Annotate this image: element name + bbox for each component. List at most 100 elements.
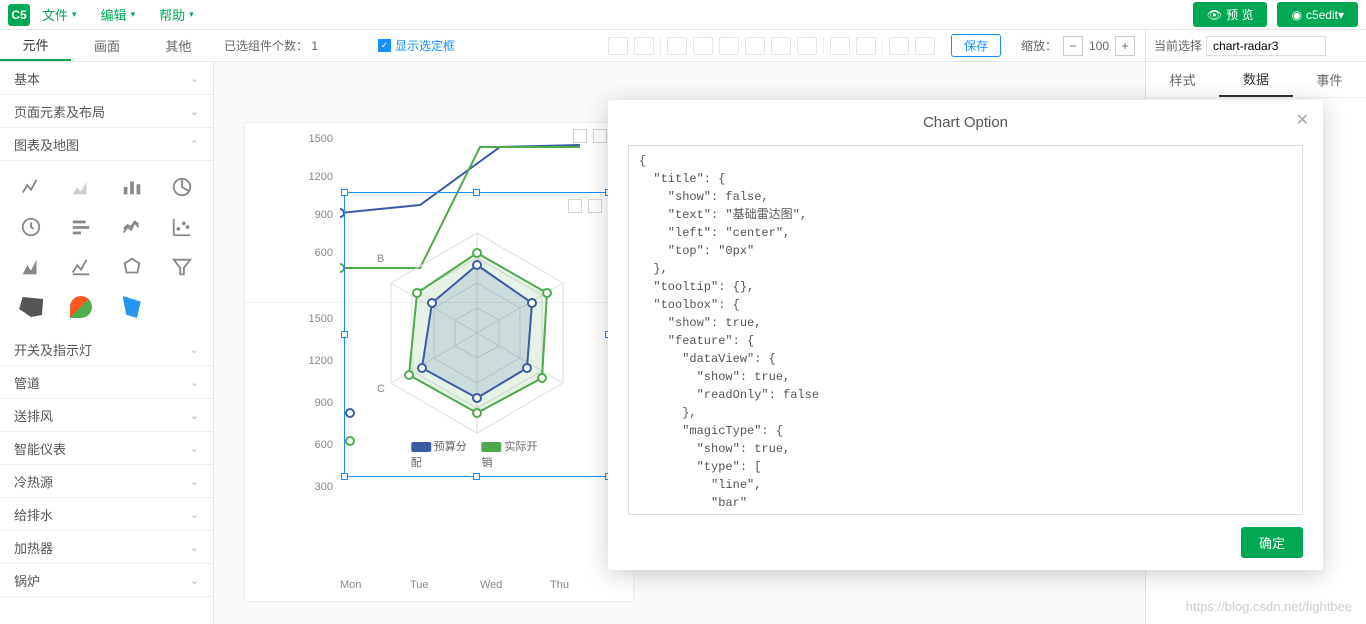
ytick: 900 [303,397,333,409]
back-icon[interactable] [915,37,935,55]
zoom-in-button[interactable]: + [1115,36,1135,56]
user-icon: ◉ [1291,8,1301,22]
align-bottom-icon[interactable] [797,37,817,55]
show-selection-box-checkbox[interactable]: ✓显示选定框 [378,37,455,54]
radar-indicator-b: B [377,253,384,265]
resize-handle[interactable] [341,473,348,480]
component-sidebar: 基本⌄ 页面元素及布局⌄ 图表及地图⌃ 开关及指示灯⌄ 管道⌄ 送排风⌄ 智能仪… [0,62,214,624]
current-selection: 当前选择 [1145,30,1366,61]
chevron-down-icon: ⌄ [190,376,199,389]
china-map-icon[interactable] [8,289,54,325]
sidebar-section-basic[interactable]: 基本⌄ [0,62,213,95]
geo-icon[interactable] [109,289,155,325]
radar-svg [347,203,607,463]
zoom-label: 缩放： [1021,37,1057,54]
scatter-icon[interactable] [159,209,205,245]
sidebar-section-meter[interactable]: 智能仪表⌄ [0,432,213,465]
menu-file[interactable]: 文件▾ [42,5,77,24]
menu-edit[interactable]: 编辑▾ [101,5,136,24]
menu-help[interactable]: 帮助▾ [159,5,194,24]
location-pin-icon[interactable] [58,289,104,325]
distribute-h-icon[interactable] [830,37,850,55]
chevron-down-icon: ⌄ [190,475,199,488]
step-line-icon[interactable] [58,249,104,285]
ytick: 300 [303,481,333,493]
front-icon[interactable] [889,37,909,55]
group-icon[interactable] [608,37,628,55]
chevron-up-icon: ⌃ [190,138,199,151]
separator [882,37,883,55]
align-center-icon[interactable] [693,37,713,55]
pie-chart-icon[interactable] [159,169,205,205]
hbar-icon[interactable] [58,209,104,245]
chevron-down-icon: ⌄ [190,508,199,521]
check-icon: ✓ [378,39,391,52]
close-icon[interactable]: ✕ [1296,110,1309,130]
bar-chart-icon[interactable] [109,169,155,205]
xtick: Wed [480,579,502,591]
align-middle-icon[interactable] [771,37,791,55]
multiline-icon[interactable] [109,209,155,245]
sidebar-section-switch[interactable]: 开关及指示灯⌄ [0,333,213,366]
chart-option-modal: Chart Option ✕ { "title": { "show": fals… [608,100,1323,570]
distribute-v-icon[interactable] [856,37,876,55]
resize-handle[interactable] [473,189,480,196]
line-chart-icon[interactable] [8,169,54,205]
align-top-icon[interactable] [745,37,765,55]
preview-button[interactable]: 👁预 览 [1193,2,1268,27]
sidebar-section-boiler[interactable]: 锅炉⌄ [0,564,213,597]
chevron-down-icon: ⌄ [190,409,199,422]
zoom-control: 缩放： − 100 + [1021,36,1135,56]
resize-handle[interactable] [341,189,348,196]
sidebar-section-pipe[interactable]: 管道⌄ [0,366,213,399]
area-chart-icon[interactable] [58,169,104,205]
eye-icon: 👁 [1207,8,1222,22]
chevron-down-icon: ▾ [131,9,136,20]
app-logo: C5 [8,4,30,26]
chevron-down-icon: ▾ [1338,8,1344,22]
save-button[interactable]: 保存 [951,34,1001,57]
sidebar-section-vent[interactable]: 送排风⌄ [0,399,213,432]
tab-style[interactable]: 样式 [1146,62,1219,97]
ytick: 1500 [303,313,333,325]
selection-name-input[interactable] [1206,36,1326,56]
code-editor[interactable]: { "title": { "show": false, "text": "基础雷… [628,145,1303,515]
xtick: Tue [410,579,429,591]
sidebar-section-water[interactable]: 给排水⌄ [0,498,213,531]
legend-swatch [482,442,502,452]
empty-slot [159,289,205,325]
ungroup-icon[interactable] [634,37,654,55]
ytick: 600 [303,439,333,451]
ok-button[interactable]: 确定 [1241,527,1303,558]
component-tabs: 元件 画面 其他 [0,30,214,61]
tab-components[interactable]: 元件 [0,30,71,61]
funnel-icon[interactable] [159,249,205,285]
tab-scenes[interactable]: 画面 [71,30,142,61]
zoom-out-button[interactable]: − [1063,36,1083,56]
user-button[interactable]: ◉c5edit ▾ [1277,2,1358,27]
tab-data[interactable]: 数据 [1219,62,1292,97]
radar-indicator-c: C [377,383,385,395]
align-right-icon[interactable] [719,37,739,55]
gauge-icon[interactable] [8,209,54,245]
tab-event[interactable]: 事件 [1293,62,1366,97]
chevron-down-icon: ⌄ [190,442,199,455]
tab-other[interactable]: 其他 [143,30,214,61]
legend-swatch [411,442,431,452]
sidebar-section-charts[interactable]: 图表及地图⌃ [0,128,213,161]
filled-area-icon[interactable] [8,249,54,285]
chevron-down-icon: ▾ [72,9,77,20]
radar-icon[interactable] [109,249,155,285]
watermark: https://blog.csdn.net/fightbee [1186,599,1352,614]
chevron-down-icon: ⌄ [190,72,199,85]
sidebar-section-heater[interactable]: 加热器⌄ [0,531,213,564]
align-left-icon[interactable] [667,37,687,55]
resize-handle[interactable] [473,473,480,480]
xtick: Mon [340,579,361,591]
xtick: Thu [550,579,569,591]
sidebar-section-hvac[interactable]: 冷热源⌄ [0,465,213,498]
sidebar-section-layout[interactable]: 页面元素及布局⌄ [0,95,213,128]
toolbar-icons: 保存 缩放： − 100 + [608,34,1135,57]
ytick: 1200 [303,355,333,367]
radar-chart-widget[interactable]: B C 预算分配 实际开销 [344,192,609,477]
